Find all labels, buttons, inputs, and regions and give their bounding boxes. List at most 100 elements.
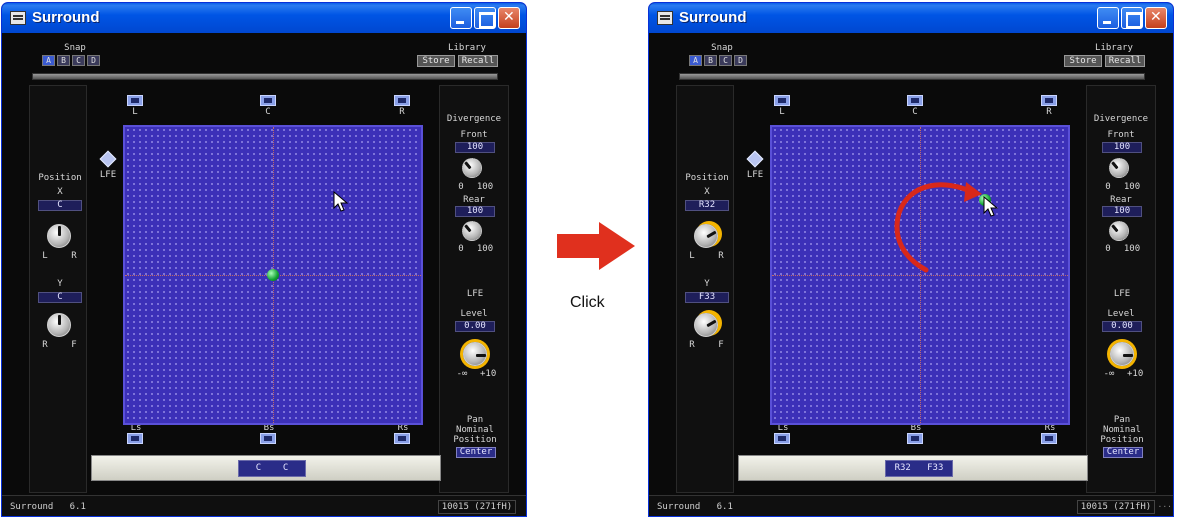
- rear-label: Rear: [463, 195, 485, 205]
- snap-button-a[interactable]: A: [689, 55, 702, 66]
- speaker-bs-icon[interactable]: [907, 433, 923, 444]
- title-bar[interactable]: Surround: [649, 3, 1173, 33]
- level-label: Level: [460, 309, 488, 319]
- right-arrow-icon: [557, 222, 635, 270]
- click-label: Click: [570, 294, 605, 311]
- rear-knob[interactable]: [1109, 221, 1129, 241]
- store-button[interactable]: Store: [1064, 55, 1102, 67]
- xy-readout: C C: [238, 460, 306, 477]
- maximize-button[interactable]: [474, 7, 496, 29]
- rear-max-label: 100: [476, 244, 494, 254]
- rear-max-label: 100: [1123, 244, 1141, 254]
- lfe-speaker-icon[interactable]: [746, 150, 764, 168]
- knob-pointer: [58, 226, 61, 236]
- level-value-field[interactable]: 0.00: [455, 321, 495, 332]
- nominal-position-value[interactable]: Center: [1103, 447, 1143, 458]
- knob-pointer: [1123, 354, 1133, 357]
- minimize-button[interactable]: [450, 7, 472, 29]
- speaker-ls-icon[interactable]: [127, 433, 143, 444]
- knob-pointer: [1111, 161, 1119, 170]
- level-max-label: +10: [1127, 369, 1144, 379]
- surround-window-before: Surround Snap A B C D Library Store Reca…: [1, 2, 527, 517]
- recall-button[interactable]: Recall: [458, 55, 498, 67]
- pan-label: Pan: [1113, 415, 1131, 425]
- rear-value-field[interactable]: 100: [455, 206, 495, 217]
- speaker-r-label: R: [399, 107, 405, 117]
- position-panel: [676, 85, 734, 493]
- position-nominal-label: Position: [1100, 435, 1144, 445]
- top-bar: [32, 73, 498, 80]
- snap-button-d[interactable]: D: [734, 55, 747, 66]
- x-max-label: R: [718, 251, 724, 261]
- status-grip[interactable]: ...: [1158, 500, 1172, 509]
- speaker-r-icon[interactable]: [394, 95, 410, 106]
- y-value-field[interactable]: C: [38, 292, 82, 303]
- lfe-speaker-icon[interactable]: [99, 150, 117, 168]
- snap-button-c[interactable]: C: [719, 55, 732, 66]
- front-min-label: 0: [458, 182, 464, 192]
- snap-button-a[interactable]: A: [42, 55, 55, 66]
- y-knob[interactable]: [694, 313, 718, 337]
- store-button[interactable]: Store: [417, 55, 455, 67]
- rear-knob[interactable]: [462, 221, 482, 241]
- x-knob[interactable]: [47, 224, 71, 248]
- mouse-cursor-icon: [983, 196, 999, 217]
- x-label: X: [57, 187, 63, 197]
- surround-window-after: Surround Snap A B C D Library Store Reca…: [648, 2, 1174, 517]
- status-bar: Surround 6.1 10015 (271fH): [2, 495, 526, 516]
- x-min-label: L: [689, 251, 695, 261]
- y-knob[interactable]: [47, 313, 71, 337]
- front-knob[interactable]: [462, 158, 482, 178]
- pan-label: Pan: [466, 415, 484, 425]
- front-value-field[interactable]: 100: [1102, 142, 1142, 153]
- nominal-position-value[interactable]: Center: [456, 447, 496, 458]
- x-label: X: [704, 187, 710, 197]
- status-name: Surround 6.1: [10, 502, 86, 512]
- front-min-label: 0: [1105, 182, 1111, 192]
- snap-button-c[interactable]: C: [72, 55, 85, 66]
- pan-grid[interactable]: [123, 125, 423, 425]
- lfe-level-knob[interactable]: [1110, 342, 1134, 366]
- x-value-field[interactable]: C: [38, 200, 82, 211]
- knob-pointer: [464, 224, 472, 233]
- snap-button-d[interactable]: D: [87, 55, 100, 66]
- snap-label: Snap: [64, 43, 86, 53]
- speaker-c-icon[interactable]: [907, 95, 923, 106]
- x-knob[interactable]: [694, 224, 718, 248]
- rear-value-field[interactable]: 100: [1102, 206, 1142, 217]
- title-bar[interactable]: Surround: [2, 3, 526, 33]
- x-max-label: R: [71, 251, 77, 261]
- level-value-field[interactable]: 0.00: [1102, 321, 1142, 332]
- bottom-bar: C C: [91, 455, 441, 481]
- status-bar: Surround 6.1 10015 (271fH) ...: [649, 495, 1173, 516]
- pan-puck[interactable]: [267, 269, 279, 281]
- position-panel: [29, 85, 87, 493]
- speaker-r-icon[interactable]: [1041, 95, 1057, 106]
- status-mode: 6.1: [69, 502, 86, 512]
- speaker-rs-icon[interactable]: [1041, 433, 1057, 444]
- divergence-label: Divergence: [446, 114, 502, 124]
- speaker-r-label: R: [1046, 107, 1052, 117]
- snap-button-b[interactable]: B: [704, 55, 717, 66]
- speaker-c-icon[interactable]: [260, 95, 276, 106]
- front-value-field[interactable]: 100: [455, 142, 495, 153]
- minimize-button[interactable]: [1097, 7, 1119, 29]
- speaker-l-icon[interactable]: [127, 95, 143, 106]
- speaker-ls-icon[interactable]: [774, 433, 790, 444]
- top-bar: [679, 73, 1145, 80]
- close-button[interactable]: [1145, 7, 1167, 29]
- y-value-field[interactable]: F33: [685, 292, 729, 303]
- close-button[interactable]: [498, 7, 520, 29]
- recall-button[interactable]: Recall: [1105, 55, 1145, 67]
- x-value-field[interactable]: R32: [685, 200, 729, 211]
- speaker-bs-icon[interactable]: [260, 433, 276, 444]
- speaker-l-icon[interactable]: [774, 95, 790, 106]
- knob-pointer: [464, 161, 472, 170]
- snap-button-b[interactable]: B: [57, 55, 70, 66]
- speaker-rs-icon[interactable]: [394, 433, 410, 444]
- level-min-label: -∞: [456, 369, 468, 379]
- lfe-level-knob[interactable]: [463, 342, 487, 366]
- maximize-button[interactable]: [1121, 7, 1143, 29]
- xy-readout: R32 F33: [885, 460, 953, 477]
- front-knob[interactable]: [1109, 158, 1129, 178]
